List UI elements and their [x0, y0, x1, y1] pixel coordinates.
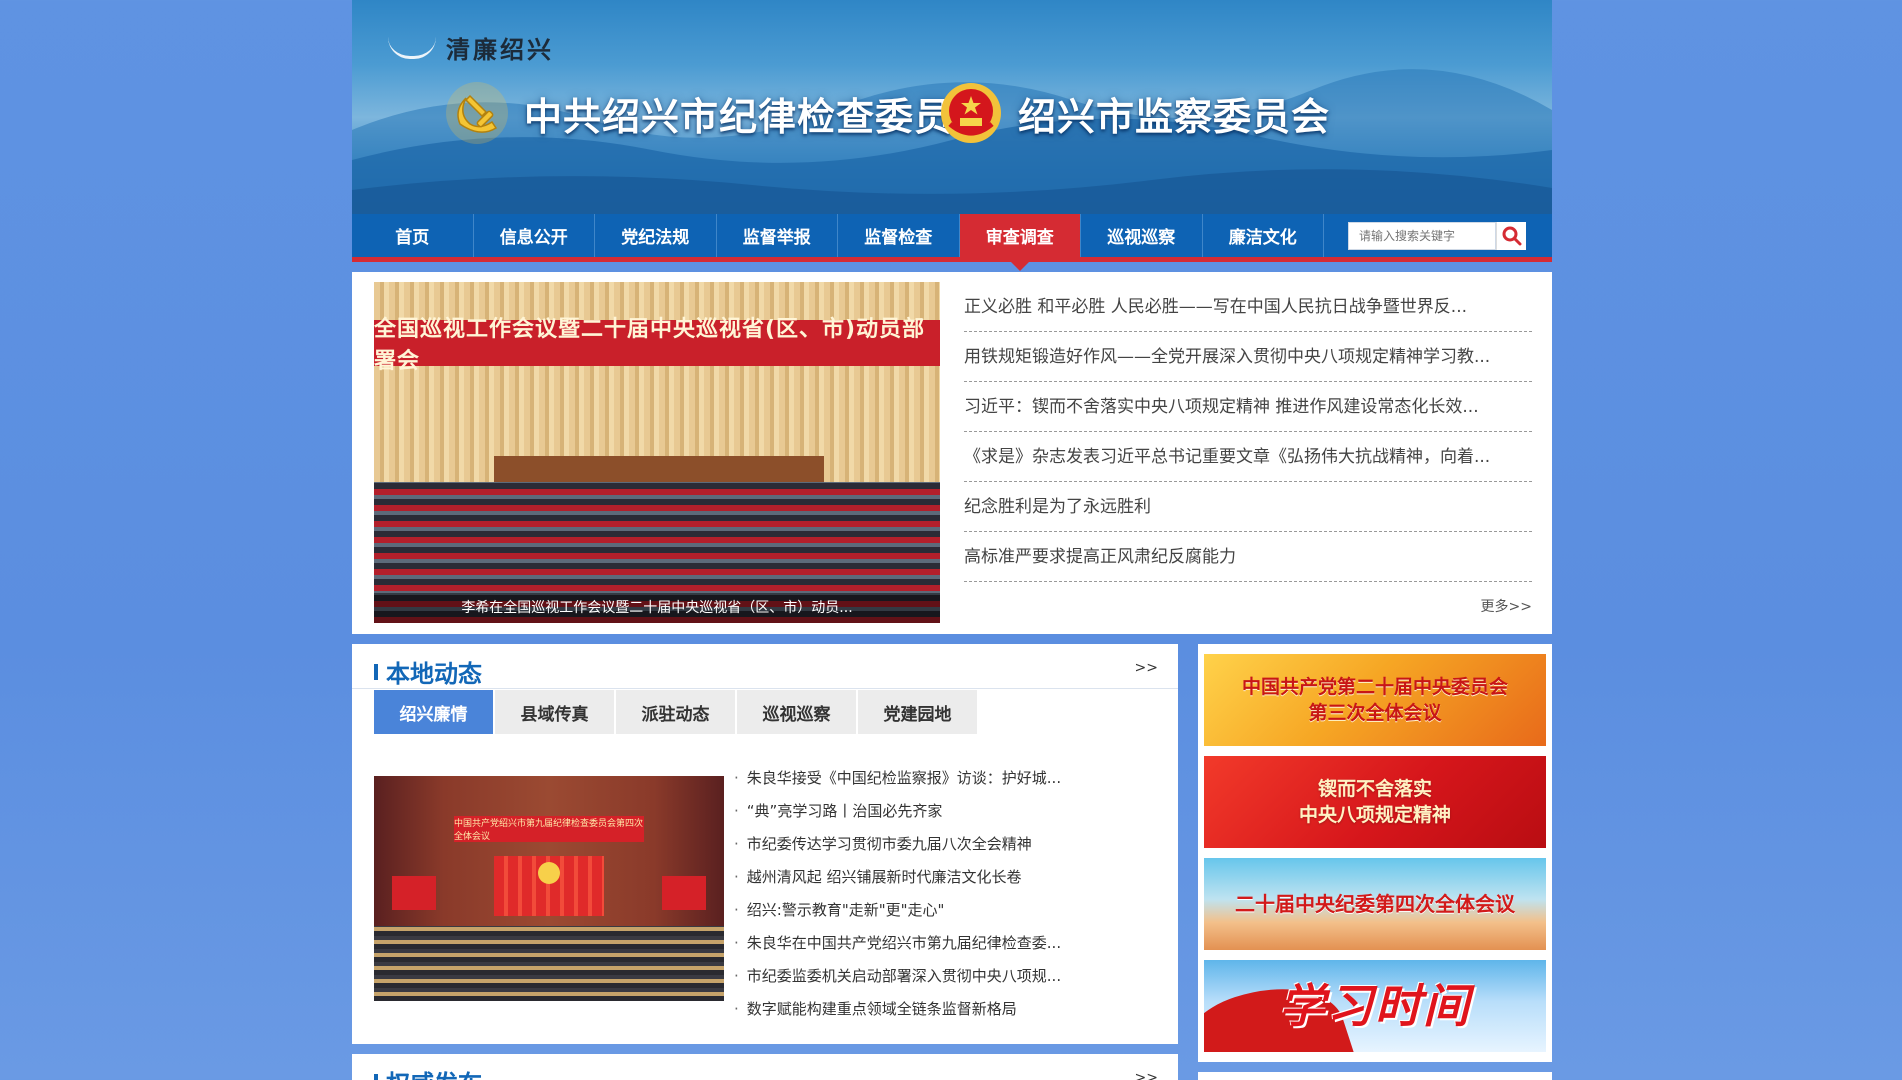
banner-column: 中国共产党第二十届中央委员会 第三次全体会议 锲而不舍落实 中央八项规定精神 二…: [1198, 644, 1552, 1062]
list-item[interactable]: 市纪委传达学习贯彻市委九届八次全会精神: [734, 828, 1154, 861]
banner-line: 锲而不舍落实: [1317, 778, 1432, 800]
headline-more-link[interactable]: 更多>>: [1481, 596, 1532, 616]
list-item[interactable]: 越州清风起 绍兴铺展新时代廉洁文化长卷: [734, 861, 1154, 894]
section-title: 权威发布: [374, 1064, 482, 1080]
slide-caption[interactable]: 李希在全国巡视工作会议暨二十届中央巡视省（区、市）动员...: [374, 593, 940, 623]
headline-list: 正义必胜 和平必胜 人民必胜——写在中国人民抗日战争暨世界反... 用铁规矩锻造…: [964, 282, 1532, 582]
section-title-text: 本地动态: [386, 660, 482, 688]
title-bar-icon: [374, 1073, 378, 1080]
nav-item-investigation[interactable]: 审查调查: [959, 214, 1081, 271]
main-nav: 首页 信息公开 党纪法规 监督举报 监督检查 审查调查 巡视巡察 廉洁文化: [352, 214, 1552, 271]
list-item[interactable]: “典”亮学习路丨治国必先齐家: [734, 795, 1154, 828]
section-title-text: 权威发布: [386, 1064, 482, 1080]
banner-line: 学习时间: [1279, 979, 1471, 1033]
slide-banner-text: 全国巡视工作会议暨二十届中央巡视省(区、市)动员部署会: [374, 317, 940, 374]
search-input[interactable]: [1348, 222, 1496, 250]
nav-item-inspection[interactable]: 监督检查: [838, 214, 960, 257]
banner-column-next: [1198, 1072, 1552, 1080]
list-item[interactable]: 绍兴:警示教育"走新"更"走心": [734, 894, 1154, 927]
search-button[interactable]: [1496, 222, 1526, 250]
org-cpc-discipline: 中共绍兴市纪律检查委员会: [444, 80, 992, 146]
section-more-link[interactable]: >>: [1135, 660, 1158, 676]
banner-line: 第三次全体会议: [1308, 702, 1442, 724]
brand-logo[interactable]: 清廉绍兴: [388, 30, 554, 65]
image-side-screen: [392, 876, 436, 910]
brand-name: 清廉绍兴: [446, 35, 554, 64]
local-news-section: 本地动态 >> 绍兴廉情 县域传真 派驻动态 巡视巡察 党建园地 中国共产党绍兴…: [352, 644, 1178, 1044]
list-item[interactable]: 朱良华在中国共产党绍兴市第九届纪律检查委...: [734, 927, 1154, 960]
national-emblem-icon: [941, 83, 1001, 143]
local-news-image[interactable]: 中国共产党绍兴市第九届纪律检查委员会第四次全体会议: [374, 776, 724, 1001]
org-name-right: 绍兴市监察委员会: [1018, 94, 1331, 139]
nav-item-home[interactable]: 首页: [352, 214, 474, 257]
nav-item-report[interactable]: 监督举报: [717, 214, 838, 257]
focus-slide-image[interactable]: 全国巡视工作会议暨二十届中央巡视省(区、市)动员部署会 李希在全国巡视工作会议暨…: [374, 282, 940, 623]
local-tabs: 绍兴廉情 县域传真 派驻动态 巡视巡察 党建园地: [374, 690, 977, 734]
section-title: 本地动态: [374, 654, 482, 689]
image-seats: [374, 926, 724, 1001]
banner-line: 中国共产党第二十届中央委员会: [1241, 676, 1508, 698]
slide-stage: [494, 456, 824, 482]
org-supervision: 绍兴市监察委员会: [938, 80, 1330, 146]
list-item[interactable]: 朱良华接受《中国纪检监察报》访谈：护好城...: [734, 762, 1154, 795]
banner-fourth-plenary[interactable]: 二十届中央纪委第四次全体会议: [1204, 858, 1546, 950]
section-divider: [352, 688, 1178, 689]
headline-item[interactable]: 《求是》杂志发表习近平总书记重要文章《弘扬伟大抗战精神，向着...: [964, 432, 1532, 482]
tab-party-building[interactable]: 党建园地: [858, 690, 977, 734]
site-header: 清廉绍兴 中共绍兴市纪律检查委员会 绍兴市监察委员会: [352, 0, 1552, 214]
tab-shaoxing[interactable]: 绍兴廉情: [374, 690, 493, 734]
image-board-text: 中国共产党绍兴市第九届纪律检查委员会第四次全体会议: [454, 816, 644, 842]
search-box: [1348, 222, 1526, 250]
banner-line: 二十届中央纪委第四次全体会议: [1235, 892, 1515, 916]
banner-third-plenary[interactable]: 中国共产党第二十届中央委员会 第三次全体会议: [1204, 654, 1546, 746]
headline-item[interactable]: 用铁规矩锻造好作风——全党开展深入贯彻中央八项规定精神学习教...: [964, 332, 1532, 382]
section-more-link[interactable]: >>: [1135, 1070, 1158, 1080]
banner-study-time[interactable]: 学习时间: [1204, 960, 1546, 1052]
org-name-left: 中共绍兴市纪律检查委员会: [524, 94, 993, 139]
authority-section: 权威发布 >>: [352, 1054, 1178, 1080]
nav-item-culture[interactable]: 廉洁文化: [1203, 214, 1324, 257]
brand-emblem-icon: [388, 37, 436, 59]
headline-item[interactable]: 正义必胜 和平必胜 人民必胜——写在中国人民抗日战争暨世界反...: [964, 282, 1532, 332]
focus-panel: 全国巡视工作会议暨二十届中央巡视省(区、市)动员部署会 李希在全国巡视工作会议暨…: [352, 272, 1552, 634]
nav-item-regulations[interactable]: 党纪法规: [595, 214, 717, 257]
tab-stationed[interactable]: 派驻动态: [616, 690, 735, 734]
title-bar-icon: [374, 663, 378, 680]
nav-item-info[interactable]: 信息公开: [474, 214, 595, 257]
image-emblem-icon: [538, 862, 560, 884]
search-icon: [1502, 226, 1521, 246]
list-item[interactable]: 数字赋能构建重点领域全链条监督新格局: [734, 993, 1154, 1026]
image-side-screen: [662, 876, 706, 910]
list-item[interactable]: 市纪委监委机关启动部署深入贯彻中央八项规...: [734, 960, 1154, 993]
banner-eight-rules[interactable]: 锲而不舍落实 中央八项规定精神: [1204, 756, 1546, 848]
party-emblem-icon: [446, 82, 508, 144]
banner-line: 中央八项规定精神: [1298, 804, 1451, 826]
headline-item[interactable]: 习近平：锲而不舍落实中央八项规定精神 推进作风建设常态化长效...: [964, 382, 1532, 432]
page-container: 清廉绍兴 中共绍兴市纪律检查委员会 绍兴市监察委员会 首页 信息公开 党纪法规 …: [352, 0, 1552, 1080]
tab-county[interactable]: 县域传真: [495, 690, 614, 734]
headline-item[interactable]: 纪念胜利是为了永远胜利: [964, 482, 1532, 532]
tab-patrol[interactable]: 巡视巡察: [737, 690, 856, 734]
local-news-list: 朱良华接受《中国纪检监察报》访谈：护好城... “典”亮学习路丨治国必先齐家 市…: [734, 762, 1154, 1026]
nav-item-patrol[interactable]: 巡视巡察: [1081, 214, 1203, 257]
headline-item[interactable]: 高标准严要求提高正风肃纪反腐能力: [964, 532, 1532, 582]
